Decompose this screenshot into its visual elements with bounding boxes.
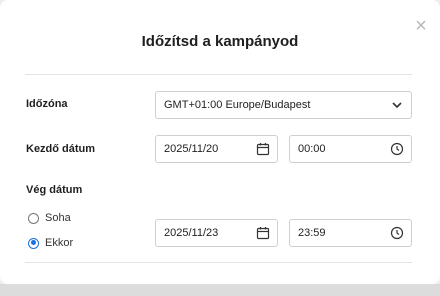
end-date-input[interactable]: 2025/11/23 <box>155 219 278 247</box>
footer-divider <box>25 262 412 263</box>
end-time-value: 23:59 <box>298 227 326 239</box>
start-date-input[interactable]: 2025/11/20 <box>155 135 278 163</box>
calendar-icon <box>256 143 270 156</box>
dialog-title: Időzítsd a kampányod <box>141 33 299 50</box>
timezone-label: Időzóna <box>26 98 68 110</box>
schedule-dialog: × Időzítsd a kampányod Időzóna GMT+01:00… <box>0 0 440 284</box>
start-time-input[interactable]: 00:00 <box>289 135 412 163</box>
footer-bar <box>0 284 440 296</box>
calendar-icon <box>256 227 270 240</box>
clock-icon <box>390 226 404 240</box>
end-option-at[interactable]: Ekkor <box>28 237 73 249</box>
start-date-label: Kezdő dátum <box>26 143 96 155</box>
chevron-down-icon <box>392 102 402 109</box>
header-divider <box>25 74 412 75</box>
end-date-label: Vég dátum <box>26 184 83 196</box>
clock-icon <box>390 142 404 156</box>
timezone-value: GMT+01:00 Europe/Budapest <box>164 99 311 111</box>
radio-never[interactable] <box>28 212 39 224</box>
timezone-select[interactable]: GMT+01:00 Europe/Budapest <box>155 91 412 119</box>
close-icon[interactable]: × <box>413 16 429 36</box>
end-option-at-label: Ekkor <box>45 237 74 249</box>
end-date-value: 2025/11/23 <box>164 227 219 239</box>
radio-at[interactable] <box>28 237 39 249</box>
end-option-never-label: Soha <box>45 212 71 224</box>
start-time-value: 00:00 <box>298 143 326 155</box>
end-option-never[interactable]: Soha <box>28 212 71 224</box>
end-time-input[interactable]: 23:59 <box>289 219 412 247</box>
start-date-value: 2025/11/20 <box>164 143 219 155</box>
